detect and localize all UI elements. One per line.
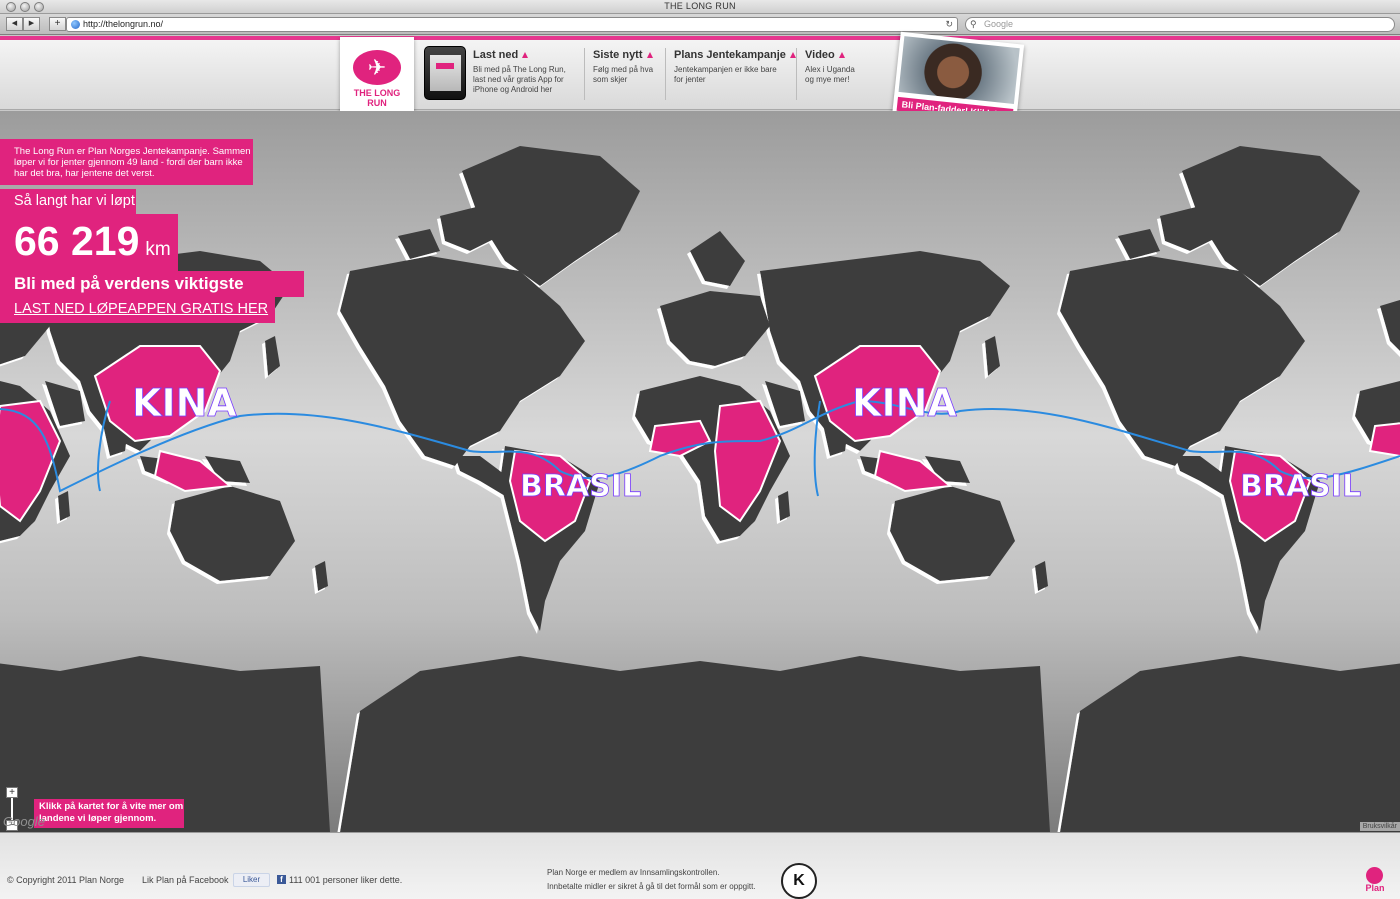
innsamlingskontrollen-seal[interactable]: K — [781, 863, 817, 899]
map-label-kina-2: KINA — [852, 381, 957, 425]
facebook-like-label: Lik Plan på Facebook — [142, 875, 229, 885]
window-title: THE LONG RUN — [664, 1, 736, 11]
arrow-icon — [522, 52, 529, 59]
member-line2: Innbetalte midler er sikret å gå til det… — [547, 882, 756, 891]
logo-text-line1: THE LONG — [353, 88, 401, 98]
distance-counter: 66 219 km — [0, 214, 178, 271]
world-map[interactable]: KINA BRASIL KINA BRASIL The Long Run er … — [0, 111, 1400, 832]
the-long-run-logo[interactable]: ✈ THE LONG RUN — [340, 37, 414, 119]
nav-title: Video — [805, 49, 835, 61]
forward-button[interactable]: ▶ — [23, 17, 40, 31]
copyright: © Copyright 2011 Plan Norge — [7, 875, 125, 885]
distance-label: Så langt har vi løpt — [0, 189, 136, 214]
add-bookmark-button[interactable]: + — [49, 17, 66, 31]
nav-title: Siste nytt — [593, 49, 643, 61]
plan-logo-text: Plan — [1365, 883, 1385, 893]
arrow-icon — [646, 52, 653, 59]
nav-item-jentekampanje[interactable]: Plans Jentekampanje Jentekampanjen er ik… — [674, 48, 797, 100]
facebook-like-count: 111 001 personer liker dette. — [289, 875, 403, 885]
map-label-brasil-2: BRASIL — [1240, 469, 1361, 504]
distance-value: 66 219 — [14, 218, 140, 264]
arrow-icon — [789, 52, 796, 59]
nav-desc: Alex i Uganda og mye mer! — [805, 65, 855, 84]
google-logo[interactable]: Google — [3, 814, 45, 829]
campaign-intro: The Long Run er Plan Norges Jentekampanj… — [0, 139, 253, 185]
nav-item-video[interactable]: Video Alex i Uganda og mye mer! — [805, 48, 867, 100]
nav-desc: Bli med på The Long Run, last ned vår gr… — [473, 65, 566, 94]
child-photo — [898, 36, 1020, 104]
back-button[interactable]: ◀ — [6, 17, 23, 31]
map-graphic[interactable]: KINA BRASIL KINA BRASIL — [0, 111, 1400, 832]
search-icon: ⚲ — [970, 19, 977, 29]
arrow-icon — [838, 52, 845, 59]
browser-toolbar: ◀ ▶ + http://thelongrun.no/ ↻ ⚲ Google — [0, 14, 1400, 35]
map-hint: Klikk på kartet for å vite mer om landen… — [34, 799, 184, 828]
search-input[interactable]: ⚲ Google — [965, 17, 1395, 32]
zoom-in-button[interactable]: + — [6, 787, 18, 798]
plan-logo[interactable]: Plan — [1360, 867, 1390, 895]
facebook-icon: f — [277, 875, 286, 884]
url-text: http://thelongrun.no/ — [83, 19, 164, 29]
nav-desc: Jentekampanjen er ikke bare for jenter — [674, 65, 777, 84]
terms-link[interactable]: Bruksvilkår — [1359, 822, 1400, 831]
runner-icon: ✈ — [353, 50, 401, 85]
phone-app-image[interactable] — [424, 46, 466, 100]
reload-icon[interactable]: ↻ — [945, 18, 953, 31]
site-footer: © Copyright 2011 Plan Norge Lik Plan på … — [0, 832, 1400, 899]
globe-icon — [71, 20, 80, 29]
distance-unit: km — [145, 239, 171, 260]
facebook-like-button[interactable]: Liker — [233, 873, 270, 887]
join-heading: Bli med på verdens viktigste løpetur — [0, 271, 304, 313]
plan-logo-icon — [1366, 867, 1383, 884]
window-titlebar: THE LONG RUN — [0, 0, 1400, 14]
map-label-kina-1: KINA — [132, 381, 237, 425]
logo-text-line2: RUN — [367, 98, 387, 108]
nav-title: Last ned — [473, 49, 519, 61]
nav-item-last-ned[interactable]: Last ned Bli med på The Long Run, last n… — [473, 48, 585, 100]
member-line1: Plan Norge er medlem av Innsamlingskontr… — [547, 868, 720, 877]
nav-desc: Følg med på hva som skjer — [593, 65, 654, 84]
nav-title: Plans Jentekampanje — [674, 49, 786, 61]
download-app-link[interactable]: LAST NED LØPEAPPEN GRATIS HER — [0, 297, 275, 323]
map-label-brasil-1: BRASIL — [520, 469, 641, 504]
nav-item-siste-nytt[interactable]: Siste nytt Følg med på hva som skjer — [593, 48, 666, 100]
search-placeholder: Google — [984, 19, 1014, 29]
address-bar[interactable]: http://thelongrun.no/ ↻ — [66, 17, 958, 32]
